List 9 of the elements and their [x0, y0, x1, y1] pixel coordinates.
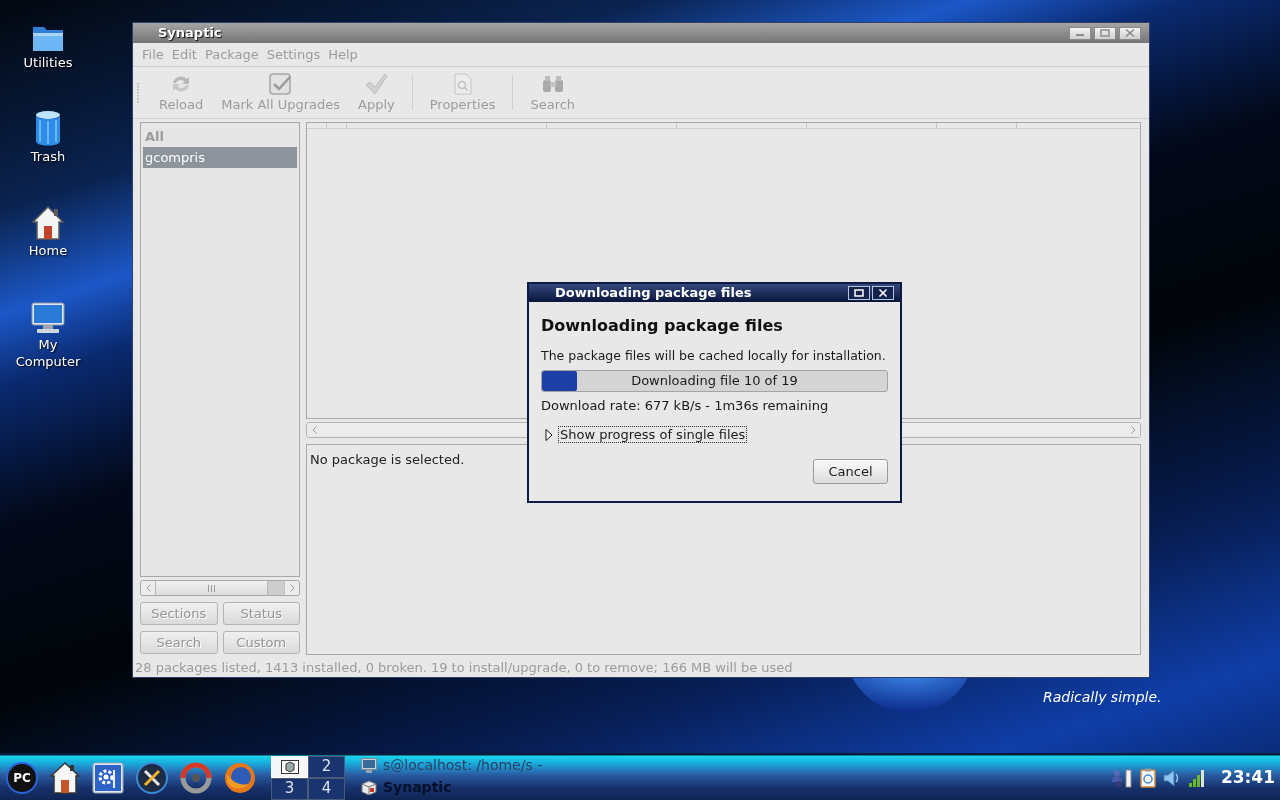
progress-text: Downloading file 10 of 19	[630, 372, 799, 391]
dialog-message: The package files will be cached locally for installation.	[541, 348, 887, 364]
status-bar-text: 28 packages listed, 1413 installed, 0 broken. 19 to install/upgrade, 0 to remove; 166 MB will be used	[135, 659, 793, 676]
download-rate-text: Download rate: 677 kB/s - 1m36s remaining	[541, 398, 830, 414]
dialog-title: Downloading package files	[555, 285, 753, 301]
details-text: No package is selected.	[310, 452, 465, 467]
tagline-text: Radically simple.	[1043, 688, 1162, 706]
dialog-heading: Downloading package files	[541, 316, 784, 336]
window-title: Synaptic	[158, 24, 223, 43]
